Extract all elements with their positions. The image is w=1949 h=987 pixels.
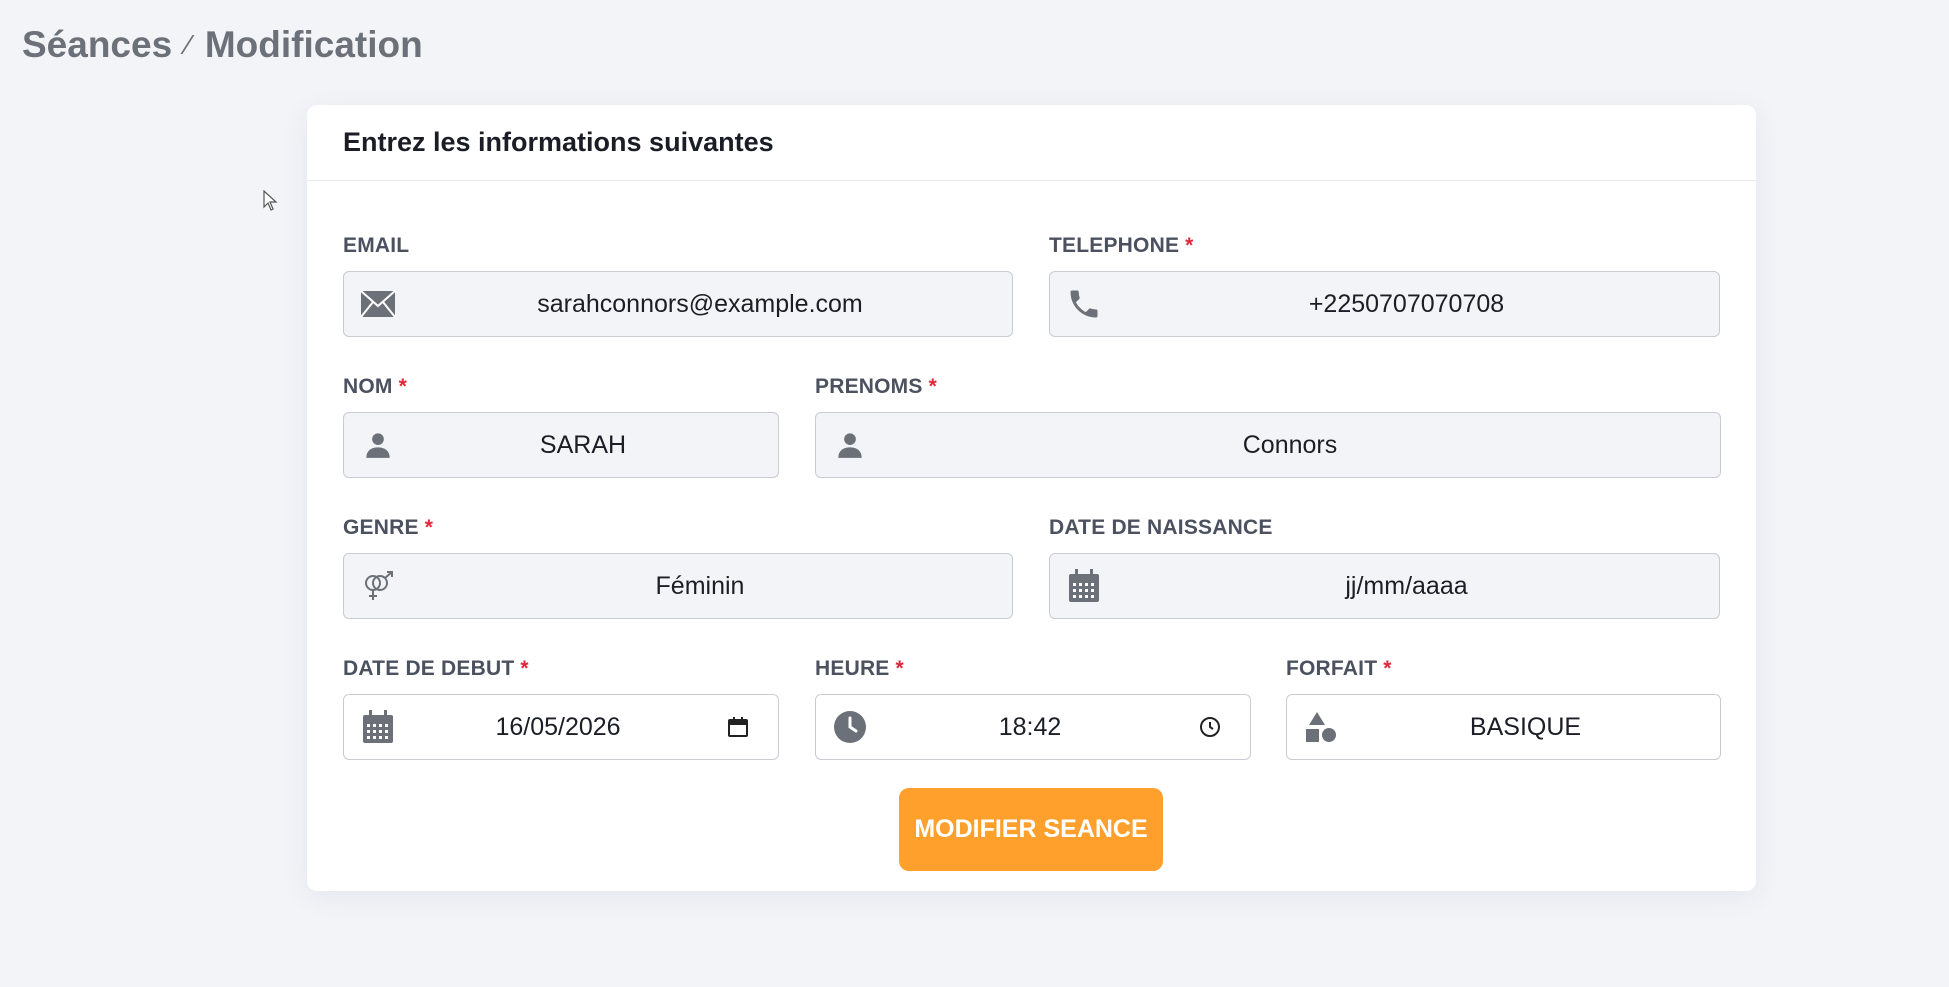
email-group: EMAIL sarahconnors@example.com [343,230,1013,340]
nom-field[interactable]: SARAH [343,412,779,478]
heure-group: HEURE * 18:42 [815,653,1251,763]
user-icon [820,430,880,460]
breadcrumb-separator: ⁄ [186,29,191,60]
forfait-label: FORFAIT * [1286,657,1392,680]
genre-value: Féminin [655,571,745,600]
gender-icon [348,570,408,602]
breadcrumb-parent[interactable]: Séances [22,24,172,66]
calendar-icon [348,709,408,745]
calendar-icon [1054,568,1114,604]
time-picker-icon[interactable] [1180,716,1240,738]
nom-value: SARAH [539,430,627,459]
date-naissance-field[interactable]: jj/mm/aaaa [1049,553,1720,619]
date-debut-field[interactable]: 16/05/2026 [343,694,779,760]
date-debut-value: 16/05/2026 [495,712,621,741]
modifier-seance-button[interactable]: MODIFIER SEANCE [899,788,1163,871]
telephone-label: TELEPHONE * [1049,234,1194,257]
telephone-group: TELEPHONE * +2250707070708 [1049,230,1720,340]
shapes-icon [1291,710,1351,744]
breadcrumb-current: Modification [204,24,423,65]
email-field[interactable]: sarahconnors@example.com [343,271,1013,337]
nom-group: NOM * SARAH [343,371,779,481]
card-header: Entrez les informations suivantes [307,105,1756,181]
date-naissance-placeholder: jj/mm/aaaa [1345,571,1468,600]
genre-label: GENRE * [343,516,434,539]
prenoms-value: Connors [1242,430,1338,459]
mouse-cursor-icon [263,190,278,211]
card-title: Entrez les informations suivantes [343,127,774,157]
heure-field[interactable]: 18:42 [815,694,1251,760]
calendar-picker-icon[interactable] [708,716,768,738]
clock-icon [820,710,880,744]
telephone-field[interactable]: +2250707070708 [1049,271,1720,337]
date-debut-label: DATE DE DEBUT * [343,657,529,680]
nom-label: NOM * [343,375,407,398]
prenoms-group: PRENOMS * Connors [815,371,1721,481]
forfait-group: FORFAIT * BASIQUE [1286,653,1721,763]
genre-select[interactable]: Féminin [343,553,1013,619]
prenoms-label: PRENOMS * [815,375,937,398]
forfait-select[interactable]: BASIQUE [1286,694,1721,760]
phone-icon [1054,286,1114,322]
heure-label: HEURE * [815,657,904,680]
email-label: EMAIL [343,234,410,257]
envelope-icon [348,290,408,318]
user-icon [348,430,408,460]
date-debut-group: DATE DE DEBUT * 16/05/2026 [343,653,779,763]
forfait-value: BASIQUE [1469,712,1582,741]
heure-value: 18:42 [998,712,1062,741]
date-naissance-group: DATE DE NAISSANCE jj/mm/aaaa [1049,512,1720,622]
date-naissance-label: DATE DE NAISSANCE [1049,516,1273,539]
genre-group: GENRE * Féminin [343,512,1013,622]
breadcrumb: Séances ⁄ Modification [22,24,423,66]
email-value: sarahconnors@example.com [537,289,863,318]
prenoms-field[interactable]: Connors [815,412,1721,478]
telephone-value: +2250707070708 [1308,289,1505,318]
form-card: Entrez les informations suivantes EMAIL … [307,105,1756,891]
